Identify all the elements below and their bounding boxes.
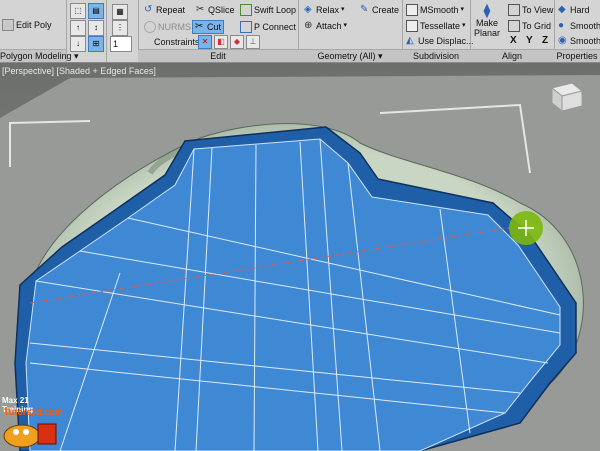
ribbon: Edit Poly Polygon Modeling ▾ ⬚ ▤ ↑ ↕ ↓ ⊞… xyxy=(0,0,600,63)
relax-button[interactable]: ◈ Relax ▾ xyxy=(302,3,347,17)
hard-icon: ◆ xyxy=(558,4,566,15)
swift-loop-button[interactable]: Swift Loop xyxy=(238,3,298,17)
hard-button[interactable]: ◆ Hard xyxy=(556,3,592,17)
step-spinner[interactable]: 1 xyxy=(110,36,132,52)
cut-button[interactable]: ✂ Cut xyxy=(192,20,225,34)
repeat-button[interactable]: ↺ Repeat xyxy=(142,3,187,17)
tessellate-button[interactable]: Tessellate ▾ xyxy=(404,19,468,33)
viewcube-icon[interactable] xyxy=(550,82,584,113)
stack-tools-group: ⬚ ▤ ↑ ↕ ↓ ⊞ xyxy=(66,0,107,62)
watermark-character-icon xyxy=(3,423,57,448)
to-view-icon xyxy=(508,4,520,16)
p-connect-button[interactable]: P Connect xyxy=(238,20,298,34)
msmooth-button[interactable]: MSmooth ▾ xyxy=(404,3,466,17)
smooth-button[interactable]: ● Smooth xyxy=(556,19,600,33)
constraint-edge-icon[interactable]: ◧ xyxy=(214,35,228,49)
constraint-none-icon[interactable]: ✕ xyxy=(198,35,212,49)
properties-group-label: Properties xyxy=(554,49,600,62)
polygon-modeling-group: Edit Poly Polygon Modeling ▾ xyxy=(0,0,79,62)
nurms-icon xyxy=(144,21,156,33)
edge-subobject-icon[interactable]: ▤ xyxy=(88,3,104,19)
subdivision-group: MSmooth ▾ Tessellate ▾ ◭ Use Displac... … xyxy=(402,0,474,62)
align-y-button[interactable]: Y xyxy=(524,34,535,48)
attach-icon: ⊕ xyxy=(304,20,313,31)
properties-group: ◆ Hard ● Smooth ◉ Smooth Properties xyxy=(554,0,600,62)
modifier-icon xyxy=(2,19,14,31)
use-displace-button[interactable]: ◭ Use Displac... xyxy=(404,34,476,48)
edit-group: ↺ Repeat ✂ QSlice Swift Loop NURMS ✂ Cut… xyxy=(138,0,299,62)
nurms-button[interactable]: NURMS xyxy=(142,20,193,34)
constraint-normal-icon[interactable]: ⊥ xyxy=(246,35,260,49)
msmooth-icon xyxy=(406,4,418,16)
ring-select-icon[interactable]: ▦ xyxy=(112,4,128,20)
edit-poly-button[interactable]: Edit Poly xyxy=(0,18,54,32)
to-grid-button[interactable]: To Grid xyxy=(506,19,553,33)
polygon-modeling-label[interactable]: Polygon Modeling ▾ xyxy=(0,49,79,62)
create-icon: ✎ xyxy=(360,4,369,15)
msmooth-dropdown-icon[interactable]: ▾ xyxy=(461,3,465,17)
to-grid-icon xyxy=(508,20,520,32)
watermark-logo: Max 21 Training Tutors3d.com xyxy=(2,396,63,448)
repeat-icon: ↺ xyxy=(144,4,153,15)
align-z-button[interactable]: Z xyxy=(540,34,550,48)
viewport-label[interactable]: [Perspective] [Shaded + Edged Faces] xyxy=(2,66,156,76)
smooth-30-button[interactable]: ◉ Smooth xyxy=(556,34,600,48)
collapse-icon[interactable]: ↓ xyxy=(70,36,86,52)
tessellate-icon xyxy=(406,20,418,32)
subdivision-group-label: Subdivision xyxy=(402,49,470,62)
watermark-line2: Tutors3d.com xyxy=(4,407,63,417)
vertex-subobject-icon[interactable]: ⬚ xyxy=(70,3,86,19)
geometry-group: ◈ Relax ▾ ✎ Create ⊕ Attach ▾ Geometry (… xyxy=(298,0,403,62)
relax-dropdown-icon[interactable]: ▾ xyxy=(341,3,345,17)
move-up-icon[interactable]: ↑ xyxy=(70,20,86,36)
constraint-face-icon[interactable]: ◆ xyxy=(230,35,244,49)
make-planar-button[interactable]: ⧫ Make Planar xyxy=(472,2,502,46)
loop-select-icon[interactable]: ⋮ xyxy=(112,20,128,36)
align-group: ⧫ Make Planar To View To Grid X Y Z Alig… xyxy=(470,0,555,62)
qslice-icon: ✂ xyxy=(196,4,205,15)
select-tools-group: ▦ ⋮ 1 xyxy=(106,0,139,62)
p-connect-icon xyxy=(240,21,252,33)
viewport-scene xyxy=(0,63,600,451)
attach-button[interactable]: ⊕ Attach ▾ xyxy=(302,19,349,33)
use-displace-icon: ◭ xyxy=(406,35,414,46)
perspective-viewport[interactable]: [Perspective] [Shaded + Edged Faces] xyxy=(0,63,600,451)
relax-icon: ◈ xyxy=(304,4,312,15)
tessellate-dropdown-icon[interactable]: ▾ xyxy=(462,19,466,33)
move-down-icon[interactable]: ↕ xyxy=(88,20,104,36)
attach-dropdown-icon[interactable]: ▾ xyxy=(344,19,348,33)
pin-stack-icon[interactable]: ⊞ xyxy=(88,36,104,52)
swift-loop-icon xyxy=(240,4,252,16)
constraints-label: Constraints: xyxy=(154,37,203,47)
to-view-button[interactable]: To View xyxy=(506,3,555,17)
edit-group-label: Edit xyxy=(138,49,298,62)
align-group-label: Align xyxy=(470,49,554,62)
create-button[interactable]: ✎ Create xyxy=(358,3,401,17)
smooth-30-icon: ◉ xyxy=(558,35,567,46)
qslice-button[interactable]: ✂ QSlice xyxy=(194,3,237,17)
smooth-icon: ● xyxy=(558,20,565,31)
make-planar-icon: ⧫ xyxy=(483,2,491,18)
geometry-group-label[interactable]: Geometry (All) ▾ xyxy=(298,49,402,62)
cut-icon: ✂ xyxy=(195,21,204,32)
align-x-button[interactable]: X xyxy=(508,34,519,48)
